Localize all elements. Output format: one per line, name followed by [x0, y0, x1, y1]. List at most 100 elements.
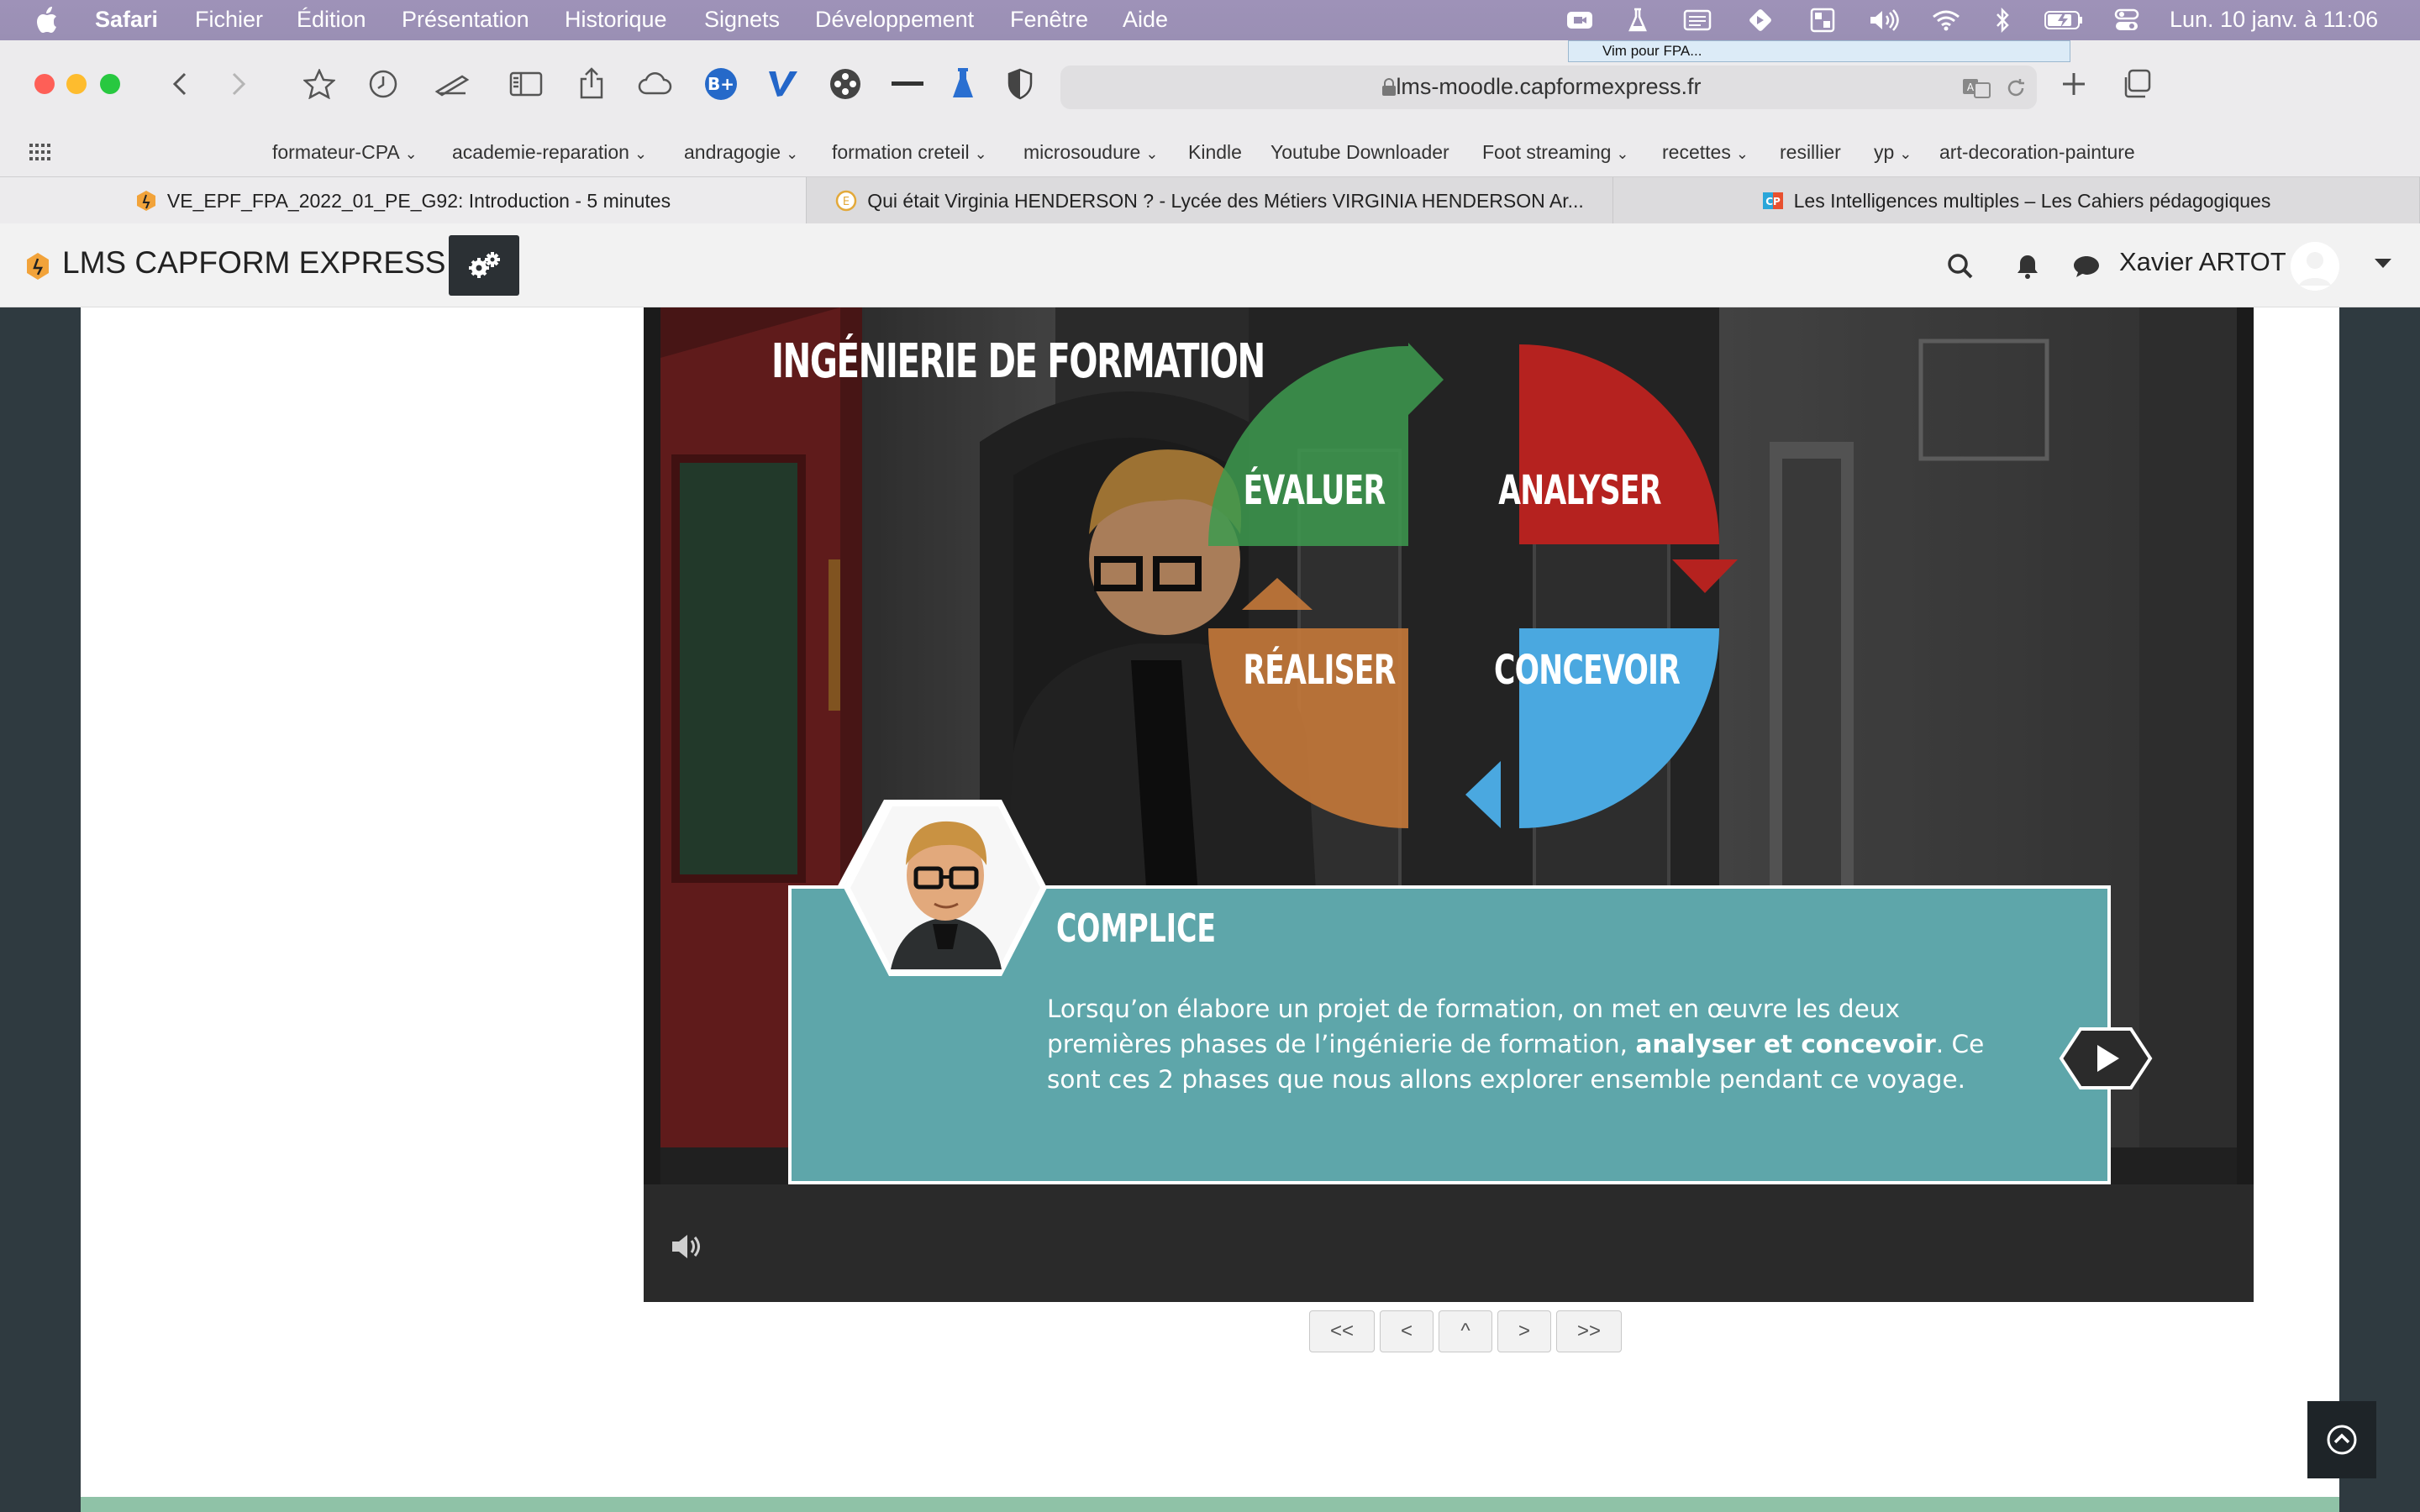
menu-fenetre[interactable]: Fenêtre	[1010, 7, 1088, 33]
first-page-button[interactable]: <<	[1309, 1310, 1375, 1352]
character-portrait-front	[844, 800, 1047, 976]
dialog-text: Lorsqu’on élabore un projet de formation…	[1047, 995, 1985, 1094]
menu-aide[interactable]: Aide	[1123, 7, 1168, 33]
calendar-icon[interactable]	[1682, 7, 1712, 34]
extension-dash-icon[interactable]	[889, 66, 926, 102]
menu-app-safari[interactable]: Safari	[95, 7, 158, 33]
battery-icon[interactable]	[2044, 7, 2084, 34]
search-icon[interactable]	[1946, 252, 1975, 281]
reader-icon[interactable]	[434, 66, 471, 102]
share-icon[interactable]	[573, 66, 610, 102]
up-page-button[interactable]: ^	[1439, 1310, 1492, 1352]
tab-henderson[interactable]: E Qui était Virginia HENDERSON ? - Lycée…	[807, 177, 1613, 224]
bookmark-folder[interactable]: microsoudure ⌄	[1023, 141, 1158, 164]
site-navbar: LMS CAPFORM EXPRESS Xavier ARTOT	[0, 223, 2420, 307]
bookmark-link[interactable]: Kindle	[1188, 141, 1242, 164]
chevron-down-icon: ⌄	[1899, 145, 1912, 162]
bookmark-link[interactable]: art-decoration-painture	[1939, 141, 2135, 164]
chevron-down-icon: ⌄	[634, 145, 648, 162]
bookmarks-bar: formateur-CPA ⌄ academie-reparation ⌄ andr…	[0, 129, 2420, 176]
bookmark-folder[interactable]: formateur-CPA ⌄	[272, 141, 418, 164]
menu-presentation[interactable]: Présentation	[402, 7, 529, 33]
apple-icon[interactable]	[34, 6, 59, 34]
extension-flask-icon[interactable]	[944, 66, 981, 102]
bookmark-folder[interactable]: recettes ⌄	[1662, 141, 1749, 164]
admin-settings-button[interactable]	[449, 235, 519, 296]
url-text[interactable]: lms-moodle.capformexpress.fr	[1060, 74, 2037, 100]
control-center-icon[interactable]	[2112, 7, 2141, 34]
extension-v-icon[interactable]	[765, 66, 802, 102]
minimize-window-button[interactable]	[66, 74, 87, 94]
wifi-icon[interactable]	[1931, 7, 1961, 34]
translate-icon[interactable]: A	[1961, 77, 1993, 99]
bell-icon[interactable]	[2013, 252, 2042, 281]
new-tab-icon[interactable]	[2055, 66, 2092, 102]
analyser-quadrant	[1519, 344, 1719, 544]
menu-developpement[interactable]: Développement	[815, 7, 974, 33]
moodle-favicon-icon	[136, 191, 155, 211]
extension-gamepad-icon[interactable]	[827, 66, 864, 102]
bookmark-folder[interactable]: yp ⌄	[1874, 141, 1912, 164]
last-page-button[interactable]: >>	[1556, 1310, 1622, 1352]
menu-fichier[interactable]: Fichier	[195, 7, 263, 33]
menu-bar: Safari Fichier Édition Présentation Hist…	[0, 0, 2420, 40]
tab-bar: VE_EPF_FPA_2022_01_PE_G92: Introduction …	[0, 176, 2420, 224]
reload-icon[interactable]	[2005, 77, 2027, 99]
forward-icon[interactable]	[220, 66, 257, 102]
chevron-down-icon: ⌄	[786, 145, 799, 162]
volume-icon[interactable]	[1867, 7, 1901, 34]
cahiers-favicon-icon: CP	[1762, 192, 1783, 209]
extension-bplus-icon[interactable]: B+	[702, 66, 739, 102]
menu-historique[interactable]: Historique	[565, 7, 667, 33]
bookmark-link[interactable]: Youtube Downloader	[1270, 141, 1449, 164]
bluetooth-icon[interactable]	[1991, 7, 2013, 34]
chevron-down-icon: ⌄	[404, 145, 418, 162]
tab-cahiers[interactable]: CP Les Intelligences multiples – Les Cah…	[1613, 177, 2420, 224]
sidebar-icon[interactable]	[508, 66, 544, 102]
diamond-icon[interactable]	[1746, 7, 1775, 34]
site-logo-icon[interactable]	[25, 252, 50, 281]
prev-page-button[interactable]: <	[1380, 1310, 1434, 1352]
apps-grid-icon[interactable]	[29, 143, 50, 161]
tab-moodle[interactable]: VE_EPF_FPA_2022_01_PE_G92: Introduction …	[0, 177, 807, 224]
history-icon[interactable]	[365, 66, 402, 102]
icloud-icon[interactable]	[637, 66, 674, 102]
page-footer	[81, 1497, 2339, 1512]
chevron-down-icon: ⌄	[974, 145, 987, 162]
tab-title: Les Intelligences multiples – Les Cahier…	[1793, 189, 2271, 212]
scene-title: INGÉNIERIE DE FORMATION	[771, 334, 1265, 389]
zoom-icon[interactable]	[1565, 7, 1595, 34]
extension-shield-icon[interactable]	[1002, 66, 1039, 102]
star-icon[interactable]	[301, 66, 338, 102]
bookmark-folder[interactable]: academie-reparation ⌄	[452, 141, 647, 164]
chat-icon[interactable]	[2072, 252, 2101, 281]
bookmark-folder[interactable]: andragogie ⌄	[684, 141, 798, 164]
menubar-clock[interactable]: Lun. 10 janv. à 11:06	[2170, 7, 2378, 33]
tab-title: Qui était Virginia HENDERSON ? - Lycée d…	[867, 189, 1584, 212]
back-icon[interactable]	[161, 66, 198, 102]
user-name[interactable]: Xavier ARTOT	[2119, 247, 2286, 277]
bookmark-folder[interactable]: Foot streaming ⌄	[1482, 141, 1629, 164]
zoom-window-button[interactable]	[100, 74, 120, 94]
tabs-overview-icon[interactable]	[2118, 66, 2154, 102]
back-to-top-button[interactable]	[2307, 1401, 2376, 1478]
avatar[interactable]	[2291, 242, 2339, 291]
menu-signets[interactable]: Signets	[704, 7, 780, 33]
concevoir-arrow	[1465, 761, 1501, 828]
menu-edition[interactable]: Édition	[297, 7, 366, 33]
next-slide-button[interactable]	[2059, 1026, 2153, 1090]
user-menu-caret-icon[interactable]	[2375, 259, 2391, 268]
next-page-button[interactable]: >	[1497, 1310, 1551, 1352]
bookmark-folder[interactable]: formation creteil ⌄	[832, 141, 987, 164]
grid-icon[interactable]	[1808, 7, 1837, 34]
address-bar[interactable]: lms-moodle.capformexpress.fr A	[1060, 66, 2037, 109]
gear-icon	[469, 252, 500, 278]
phase-label-concevoir: CONCEVOIR	[1494, 647, 1681, 694]
speaker-name: COMPLICE	[1056, 906, 1217, 951]
site-name[interactable]: LMS CAPFORM EXPRESS	[62, 245, 445, 281]
bookmark-link[interactable]: resillier	[1780, 141, 1841, 164]
svg-text:E: E	[843, 196, 850, 208]
flask-icon[interactable]	[1625, 7, 1650, 34]
speaker-icon[interactable]	[669, 1231, 702, 1262]
close-window-button[interactable]	[34, 74, 55, 94]
